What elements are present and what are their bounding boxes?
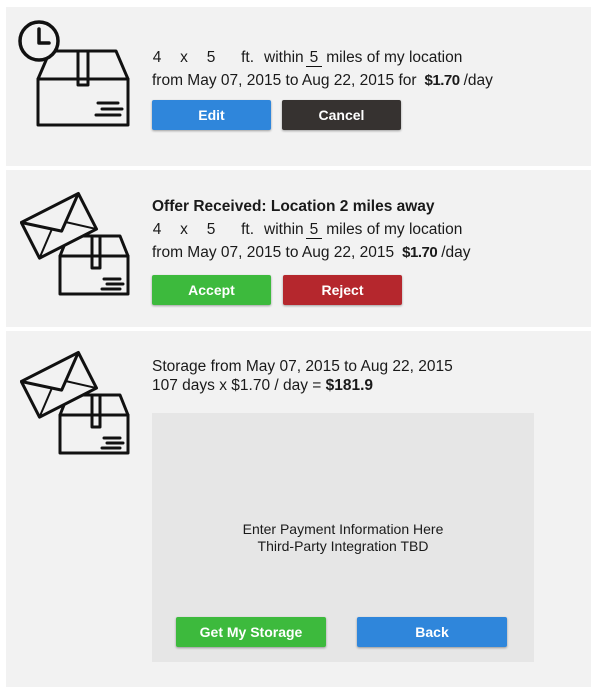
price: $1.70 [402, 244, 438, 261]
length-value: 5 [206, 49, 216, 66]
request-dates-line: from May 07, 2015 to Aug 22, 2015 for $1.… [152, 70, 493, 92]
cost-calculation: 107 days x $1.70 / day = $181.9 [152, 376, 373, 395]
envelope-box-icon [20, 350, 130, 455]
length-value: 5 [206, 221, 216, 238]
times-sign: x [180, 221, 188, 238]
date-range: from May 07, 2015 to Aug 22, 2015 [152, 244, 395, 261]
within-label: within [264, 221, 304, 238]
storage-line: Storage from May 07, 2015 to Aug 22, 201… [152, 358, 453, 375]
times-sign: x [180, 49, 188, 66]
per-day: /day [463, 72, 493, 89]
calc-prefix: 107 days x $1.70 / day = [152, 377, 322, 394]
checkout-panel: Storage from May 07, 2015 to Aug 22, 201… [6, 331, 591, 687]
payment-line-1: Enter Payment Information Here [242, 521, 444, 537]
within-label: within [264, 49, 304, 66]
date-range: from May 07, 2015 to Aug 22, 2015 for [152, 72, 417, 89]
total-amount: $181.9 [325, 377, 374, 394]
offer-panel: Offer Received: Location 2 miles away 4 x… [6, 170, 591, 327]
clock-box-icon [18, 20, 130, 127]
payment-placeholder: Enter Payment Information Here Third-Par… [152, 521, 534, 555]
width-value: 4 [152, 221, 162, 238]
unit-label: ft. [241, 49, 254, 66]
back-button[interactable]: Back [357, 617, 507, 647]
offer-dimensions-line: 4 x 5 ft. within 5 miles of my location [152, 219, 462, 241]
miles-suffix: miles of my location [326, 221, 463, 238]
price: $1.70 [424, 72, 461, 89]
envelope-box-icon [20, 191, 130, 296]
per-day: /day [441, 244, 471, 261]
offer-dates-line: from May 07, 2015 to Aug 22, 2015 $1.70/d… [152, 242, 471, 264]
request-panel: 4 x 5 ft. within 5 miles of my location from M… [6, 7, 591, 166]
edit-button[interactable]: Edit [152, 100, 271, 130]
cancel-button[interactable]: Cancel [282, 100, 401, 130]
miles-value: 5 [305, 222, 323, 239]
request-dimensions-line: 4 x 5 ft. within 5 miles of my location [152, 47, 462, 69]
width-value: 4 [152, 49, 162, 66]
accept-button[interactable]: Accept [152, 275, 271, 305]
payment-line-2: Third-Party Integration TBD [257, 538, 429, 554]
payment-area[interactable]: Enter Payment Information Here Third-Par… [152, 413, 534, 662]
offer-title: Offer Received: Location 2 miles away [152, 198, 435, 215]
get-my-storage-button[interactable]: Get My Storage [176, 617, 326, 647]
miles-suffix: miles of my location [326, 49, 463, 66]
unit-label: ft. [241, 221, 254, 238]
reject-button[interactable]: Reject [283, 275, 402, 305]
miles-field[interactable]: 5 [305, 50, 323, 67]
